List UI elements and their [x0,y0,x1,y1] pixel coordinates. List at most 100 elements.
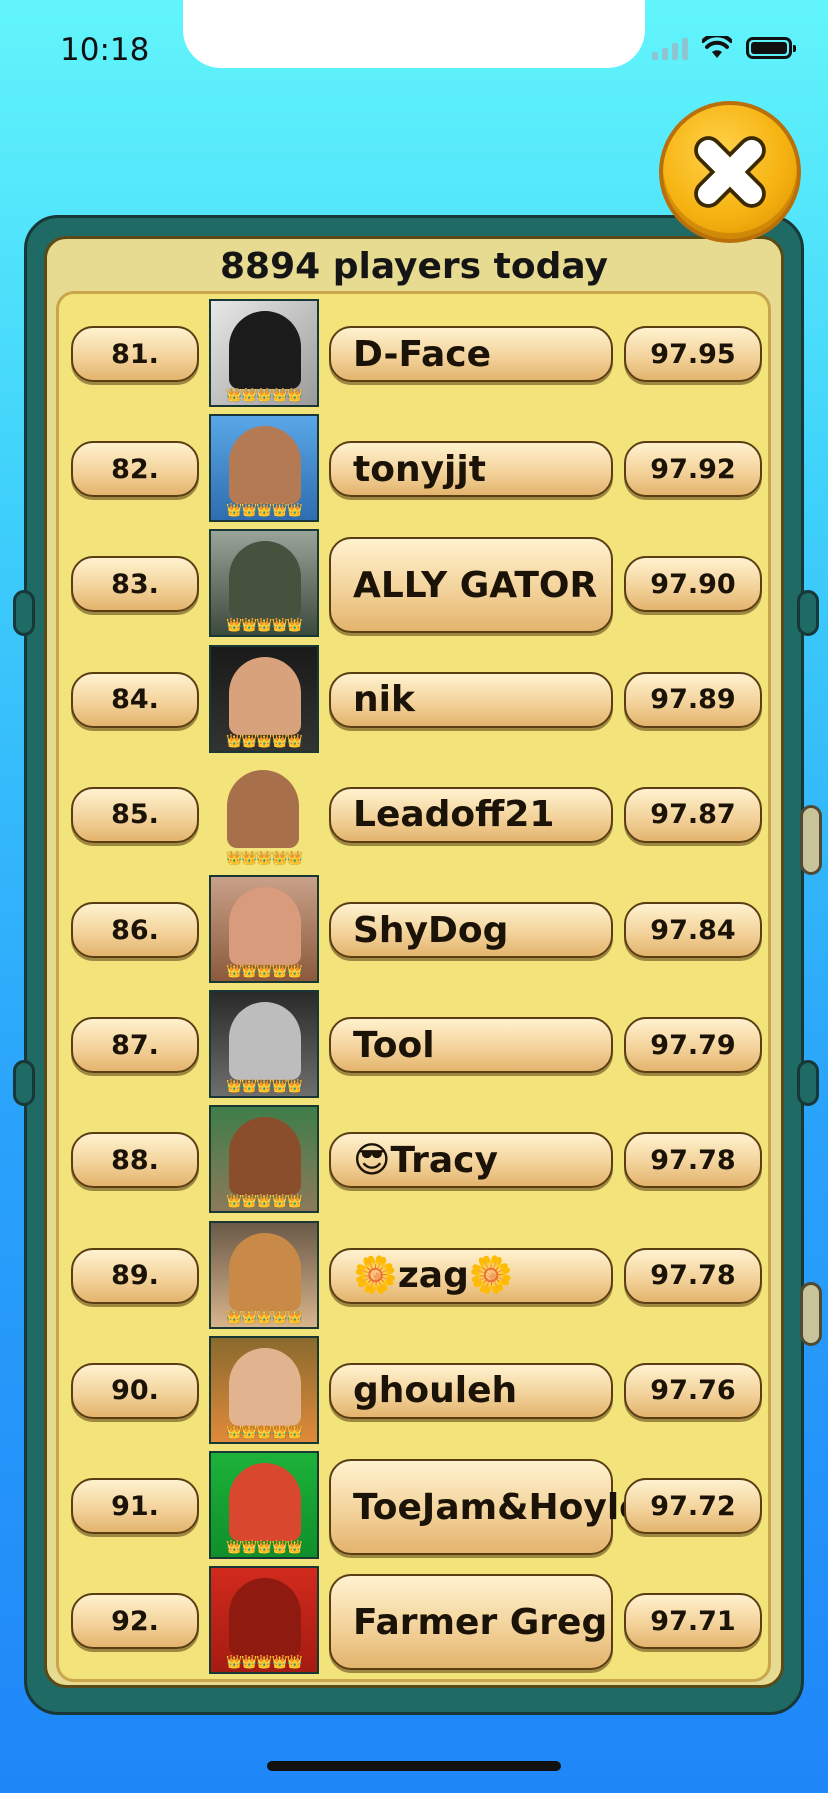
avatar-figure [229,311,301,389]
player-name: Farmer Greg [329,1574,613,1671]
player-name: tonyjjt [329,441,613,498]
status-time: 10:18 [60,32,150,68]
crown-icon: 👑👑👑👑👑 [226,1424,303,1440]
crown-icon: 👑👑👑👑👑 [226,1655,303,1671]
player-name: D-Face [329,326,613,382]
player-avatar[interactable]: 👑👑👑👑👑 [209,990,319,1099]
rank-badge: 81. [71,326,199,382]
leaderboard-row[interactable]: 88. 👑👑👑👑👑 😎Tracy 97.78 [59,1101,768,1216]
leaderboard-row[interactable]: 91. 👑👑👑👑👑 ToeJam&Hoyle 97.72 [59,1447,768,1562]
player-name: ShyDog [329,902,613,958]
leaderboard-row[interactable]: 82. 👑👑👑👑👑 tonyjjt 97.92 [59,410,768,525]
crown-icon: 👑👑👑👑👑 [226,1194,303,1210]
crown-icon: 👑👑👑👑👑 [226,503,303,519]
players-today-title: 8894 players today [220,246,608,287]
wifi-icon [702,36,732,58]
crown-icon: 👑👑👑👑👑 [226,733,303,749]
player-name: ghouleh [329,1362,613,1419]
panel-knob-right-top [797,590,819,636]
signal-bars-icon [652,36,688,60]
status-icons [652,36,796,60]
player-score: 97.72 [624,1478,762,1534]
rank-badge: 85. [71,786,199,843]
rank-badge: 89. [71,1247,199,1304]
player-name: ToeJam&Hoyle [329,1459,644,1555]
player-avatar[interactable]: 👑👑👑👑👑 [209,644,319,753]
close-x-icon [694,136,766,208]
avatar-figure [229,887,301,965]
crown-icon: 👑👑👑👑👑 [226,388,303,403]
player-name: 😎Tracy [329,1132,613,1189]
player-avatar[interactable]: 👑👑👑👑👑 [209,1335,319,1444]
home-indicator[interactable] [267,1761,561,1771]
avatar-figure [229,1232,301,1311]
rank-badge: 86. [71,902,199,958]
player-score: 97.79 [624,1017,762,1074]
leaderboard-list[interactable]: 81. 👑👑👑👑👑 D-Face 97.95 82. 👑👑👑👑👑 tonyjjt 97.92 8… [56,291,771,1682]
rank-badge: 92. [71,1593,199,1650]
status-bar: 10:18 [0,0,828,100]
player-name: Tool [329,1017,613,1074]
player-name: ALLY GATOR [329,537,613,634]
leaderboard-row[interactable]: 85. 👑👑👑👑👑 Leadoff21 97.87 [59,756,768,871]
leaderboard-row[interactable]: 84. 👑👑👑👑👑 nik 97.89 [59,641,768,756]
avatar-figure [229,426,301,505]
player-avatar[interactable]: 👑👑👑👑👑 [209,875,319,983]
player-avatar[interactable]: 👑👑👑👑👑 [209,414,319,523]
avatar-figure [229,656,301,735]
player-avatar[interactable]: 👑👑👑👑👑 [209,299,319,407]
crown-icon: 👑👑👑👑👑 [226,1540,303,1555]
player-score: 97.95 [624,326,762,382]
rank-badge: 88. [71,1132,199,1189]
leaderboard-row[interactable]: 87. 👑👑👑👑👑 Tool 97.79 [59,986,768,1101]
avatar-figure [227,769,299,848]
avatar-figure [229,1578,301,1657]
player-avatar[interactable]: 👑👑👑👑👑 [209,1220,319,1329]
player-avatar[interactable]: 👑👑👑👑👑 [209,1105,319,1214]
panel-knob-left-bottom [13,1060,35,1106]
close-button[interactable] [659,101,801,243]
rank-badge: 87. [71,1017,199,1074]
rank-badge: 84. [71,671,199,728]
player-avatar[interactable]: 👑👑👑👑👑 [209,1451,319,1559]
avatar-figure [229,1002,301,1081]
player-avatar[interactable]: 👑👑👑👑👑 [209,760,319,868]
rank-badge: 91. [71,1478,199,1534]
leaderboard-row[interactable]: 81. 👑👑👑👑👑 D-Face 97.95 [59,295,768,410]
player-score: 97.87 [624,786,762,843]
player-avatar[interactable]: 👑👑👑👑👑 [209,1566,319,1675]
crown-icon: 👑👑👑👑👑 [226,618,303,634]
rank-badge: 90. [71,1362,199,1419]
player-score: 97.84 [624,902,762,958]
avatar-figure [229,541,301,620]
panel-knob-right-mid [800,805,822,875]
crown-icon: 👑👑👑👑👑 [226,850,303,866]
rank-badge: 82. [71,441,199,498]
crown-icon: 👑👑👑👑👑 [226,1079,303,1095]
crown-icon: 👑👑👑👑👑 [226,1309,303,1325]
panel-knob-right-bottom [800,1282,822,1346]
avatar-figure [229,1347,301,1426]
panel-knob-left-top [13,590,35,636]
player-score: 97.78 [624,1247,762,1304]
player-score: 97.89 [624,671,762,728]
avatar-figure [229,1463,301,1541]
rank-badge: 83. [71,556,199,613]
player-score: 97.71 [624,1593,762,1650]
leaderboard-row[interactable]: 86. 👑👑👑👑👑 ShyDog 97.84 [59,871,768,986]
player-score: 97.76 [624,1362,762,1419]
panel-knob-right-lower [797,1060,819,1106]
leaderboard-row[interactable]: 89. 👑👑👑👑👑 🌼zag🌼 97.78 [59,1217,768,1332]
device-notch [183,0,645,68]
leaderboard-row[interactable]: 92. 👑👑👑👑👑 Farmer Greg 97.71 [59,1562,768,1677]
leaderboard-row[interactable]: 83. 👑👑👑👑👑 ALLY GATOR 97.90 [59,525,768,640]
player-score: 97.78 [624,1132,762,1189]
battery-icon [746,37,796,59]
player-name: nik [329,671,613,728]
player-score: 97.90 [624,556,762,613]
leaderboard-row[interactable]: 90. 👑👑👑👑👑 ghouleh 97.76 [59,1332,768,1447]
player-name: 🌼zag🌼 [329,1247,613,1304]
player-score: 97.92 [624,441,762,498]
avatar-figure [229,1117,301,1196]
player-avatar[interactable]: 👑👑👑👑👑 [209,529,319,638]
